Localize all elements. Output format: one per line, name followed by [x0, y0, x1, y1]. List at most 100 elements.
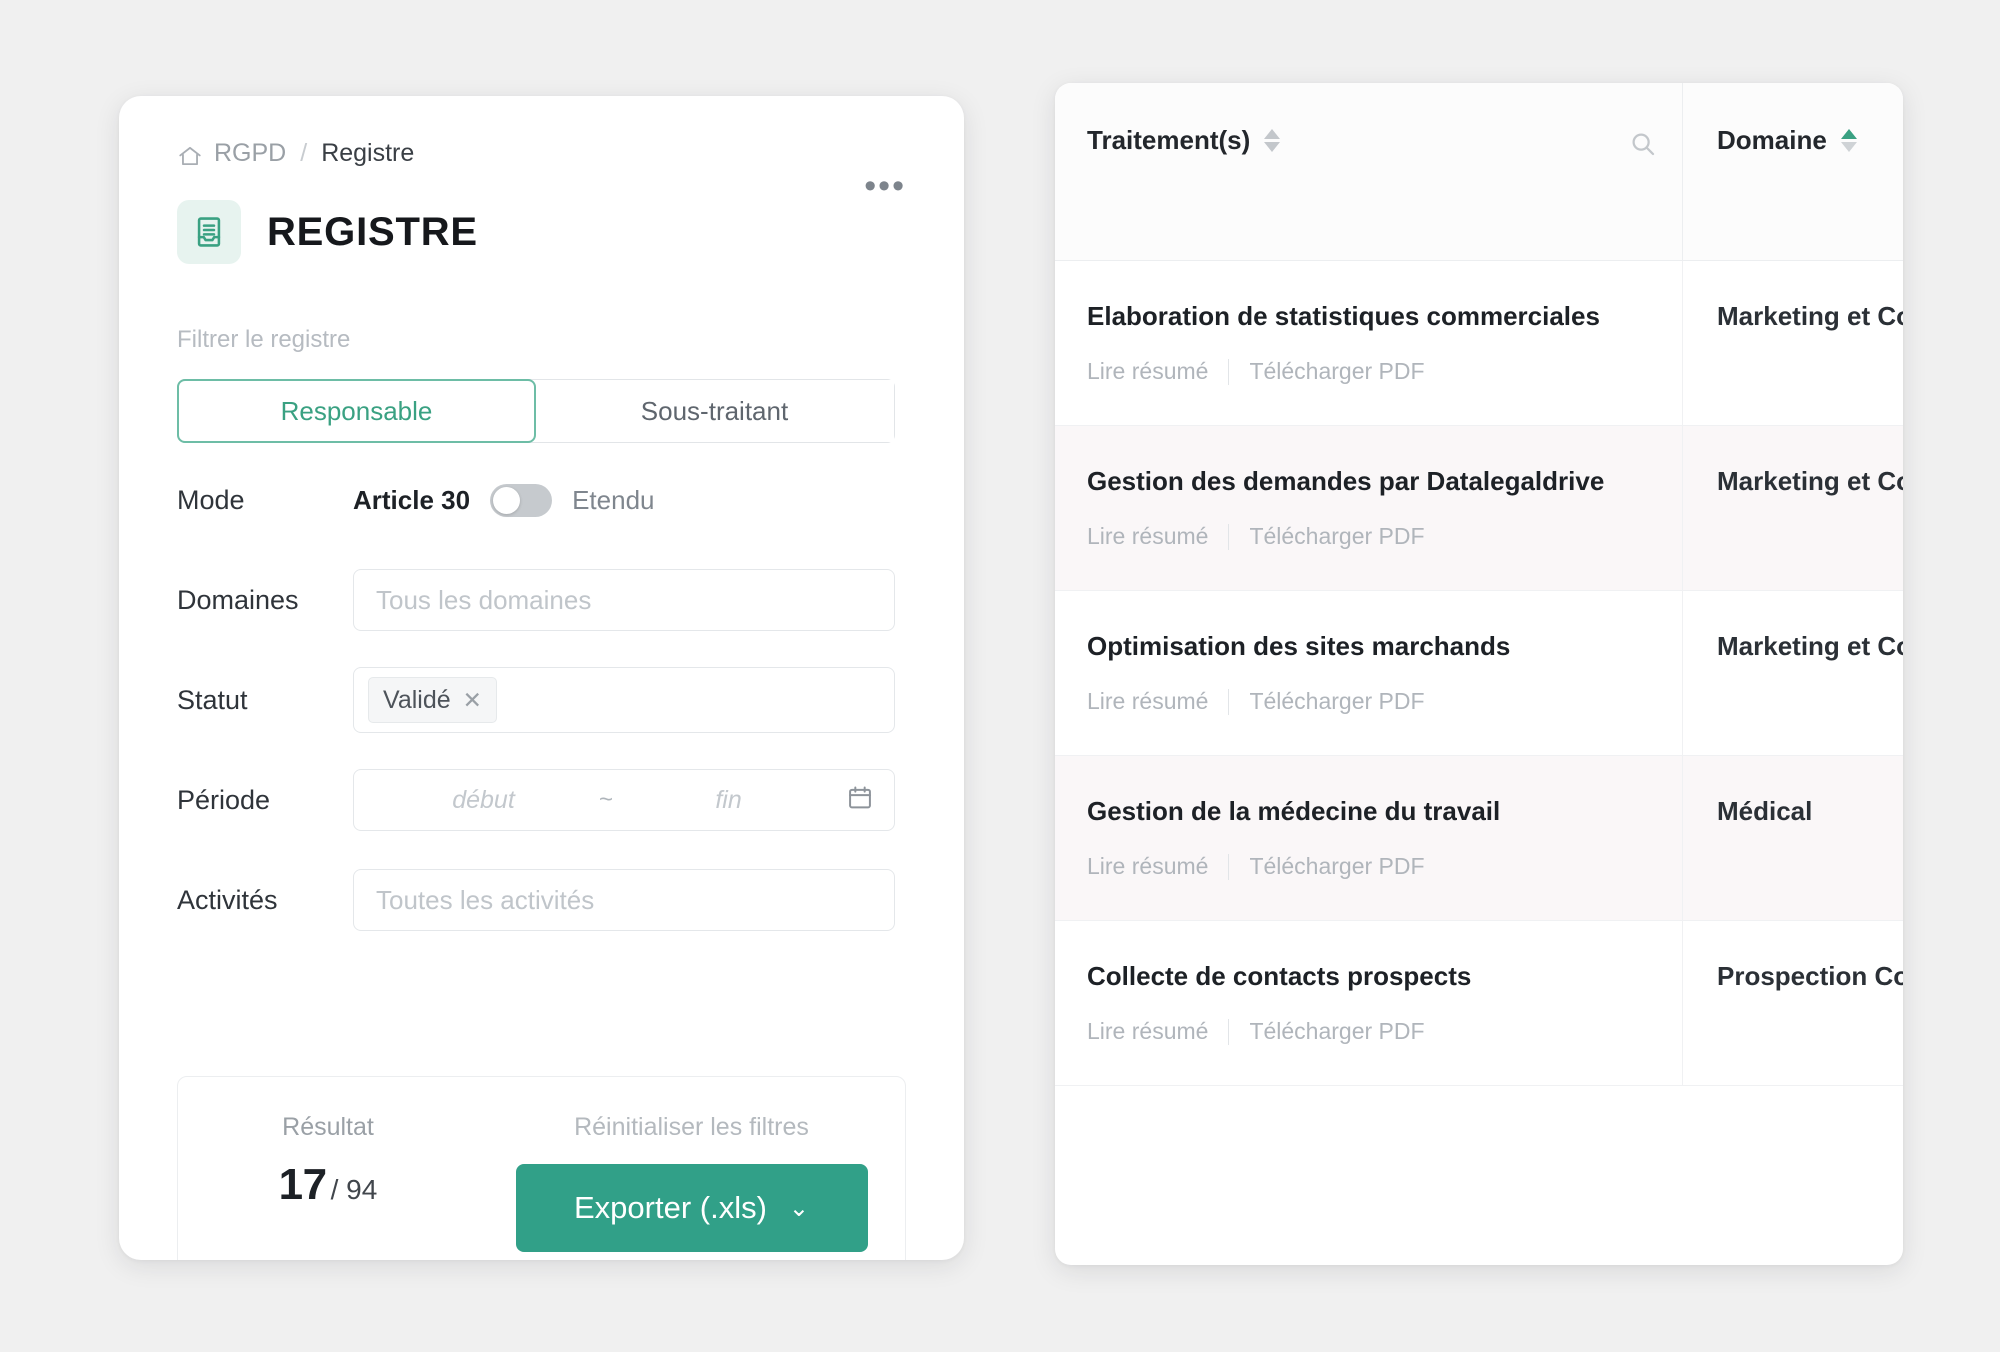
statut-input[interactable]: Validé ✕ — [353, 667, 895, 733]
sort-toggle-domaine[interactable] — [1840, 129, 1857, 152]
table-row[interactable]: Elaboration de statistiques commerciales… — [1055, 261, 1903, 426]
mode-toggle[interactable] — [490, 483, 553, 517]
table-row[interactable]: Gestion des demandes par Datalegaldrive … — [1055, 426, 1903, 591]
export-button-label: Exporter (.xls) — [573, 1190, 767, 1225]
result-numbers: 17/ 94 — [178, 1160, 478, 1210]
table-row[interactable]: Gestion de la médecine du travail Lire r… — [1055, 756, 1903, 921]
lire-resume-link[interactable]: Lire résumé — [1087, 1018, 1208, 1045]
lire-resume-link[interactable]: Lire résumé — [1087, 688, 1208, 715]
action-divider — [1228, 853, 1230, 880]
column-header-domaine[interactable]: Domaine — [1683, 83, 1903, 260]
column-label-domaine: Domaine — [1717, 125, 1827, 155]
row-action-links: Lire résumé Télécharger PDF — [1087, 853, 1658, 880]
telecharger-pdf-link[interactable]: Télécharger PDF — [1249, 523, 1424, 550]
telecharger-pdf-link[interactable]: Télécharger PDF — [1249, 853, 1424, 880]
periode-end-input[interactable]: fin — [619, 786, 838, 815]
tab-sous-traitant[interactable]: Sous-traitant — [535, 380, 894, 442]
action-divider — [1228, 523, 1230, 550]
column-header-traitements[interactable]: Traitement(s) — [1055, 83, 1683, 260]
table-row[interactable]: Collecte de contacts prospects Lire résu… — [1055, 921, 1903, 1086]
cell-domaine: Marketing et Co — [1717, 301, 1903, 331]
mode-option-etendu[interactable]: Etendu — [572, 485, 654, 516]
breadcrumb-current: Registre — [321, 138, 415, 167]
filter-row-statut: Statut Validé ✕ — [177, 657, 906, 743]
calendar-icon[interactable] — [846, 784, 874, 817]
mode-toggle-group: Article 30 Etendu — [353, 483, 895, 517]
chevron-up-icon — [1264, 129, 1281, 139]
activites-input[interactable]: Toutes les activités — [353, 869, 895, 931]
domaines-label: Domaines — [177, 584, 299, 615]
result-count-block: Résultat 17/ 94 — [178, 1113, 478, 1210]
filter-row-periode: Période début ~ fin — [177, 757, 906, 843]
statut-tag-valide: Validé ✕ — [368, 677, 497, 723]
overflow-menu-icon[interactable]: ••• — [864, 169, 906, 203]
traitement-title[interactable]: Optimisation des sites marchands — [1087, 631, 1658, 662]
statut-field-wrap: Validé ✕ — [353, 667, 895, 733]
lire-resume-link[interactable]: Lire résumé — [1087, 853, 1208, 880]
action-divider — [1228, 1018, 1230, 1045]
sort-toggle-traitements[interactable] — [1264, 129, 1281, 152]
telecharger-pdf-link[interactable]: Télécharger PDF — [1249, 688, 1424, 715]
mode-option-article30[interactable]: Article 30 — [353, 485, 470, 516]
chevron-down-icon — [1840, 142, 1857, 152]
filter-row-activites: Activités Toutes les activités — [177, 857, 906, 943]
register-document-icon — [177, 200, 241, 264]
periode-field-wrap: début ~ fin — [353, 769, 895, 831]
treatments-table: Traitement(s) Domaine Elaboration de sta… — [1055, 83, 1903, 1265]
action-divider — [1228, 688, 1230, 715]
traitements-header-title: Traitement(s) — [1087, 125, 1281, 156]
telecharger-pdf-link[interactable]: Télécharger PDF — [1249, 358, 1424, 385]
page-title: REGISTRE — [267, 209, 478, 254]
cell-traitement: Optimisation des sites marchands Lire ré… — [1055, 591, 1683, 755]
statut-label: Statut — [177, 684, 248, 715]
statut-tag-label: Validé — [383, 685, 451, 714]
breadcrumb: RGPD / Registre — [177, 134, 906, 172]
cell-domaine: Marketing et Co — [1717, 631, 1903, 661]
domaines-field-wrap: Tous les domaines — [353, 569, 895, 631]
chevron-down-icon — [1264, 142, 1281, 152]
result-summary-box: Résultat 17/ 94 Réinitialiser les filtre… — [177, 1076, 906, 1260]
registre-filter-card: RGPD / Registre REGISTRE ••• Filtrer le … — [119, 96, 964, 1260]
periode-label: Période — [177, 784, 271, 815]
domaines-input[interactable]: Tous les domaines — [353, 569, 895, 631]
cell-domaine: Marketing et Co — [1717, 466, 1903, 496]
cell-traitement: Elaboration de statistiques commerciales… — [1055, 261, 1683, 425]
page-title-row: REGISTRE — [177, 200, 906, 264]
mode-label: Mode — [177, 484, 245, 515]
traitement-title[interactable]: Collecte de contacts prospects — [1087, 961, 1658, 992]
tab-responsable[interactable]: Responsable — [177, 379, 536, 443]
lire-resume-link[interactable]: Lire résumé — [1087, 358, 1208, 385]
periode-daterange-input[interactable]: début ~ fin — [353, 769, 895, 831]
row-action-links: Lire résumé Télécharger PDF — [1087, 688, 1658, 715]
activites-field-wrap: Toutes les activités — [353, 869, 895, 931]
periode-start-input[interactable]: début — [374, 786, 593, 815]
traitement-title[interactable]: Gestion des demandes par Datalegaldrive — [1087, 466, 1658, 497]
row-action-links: Lire résumé Télécharger PDF — [1087, 523, 1658, 550]
role-tab-group: Responsable Sous-traitant — [177, 379, 895, 443]
chevron-up-icon — [1840, 129, 1857, 139]
export-xls-button[interactable]: Exporter (.xls) ⌄ — [515, 1164, 868, 1252]
result-caption: Résultat — [282, 1113, 374, 1141]
reset-filters-link[interactable]: Réinitialiser les filtres — [574, 1113, 809, 1142]
action-divider — [1228, 358, 1230, 385]
cell-traitement: Collecte de contacts prospects Lire résu… — [1055, 921, 1683, 1085]
home-icon[interactable] — [177, 143, 203, 169]
breadcrumb-separator: / — [300, 138, 308, 167]
close-icon[interactable]: ✕ — [463, 687, 482, 714]
table-row[interactable]: Optimisation des sites marchands Lire ré… — [1055, 591, 1903, 756]
traitement-title[interactable]: Gestion de la médecine du travail — [1087, 796, 1658, 827]
treatments-table-card: Traitement(s) Domaine Elaboration de sta… — [1055, 83, 1903, 1265]
filter-section-caption: Filtrer le registre — [177, 326, 351, 353]
toggle-knob — [493, 486, 521, 514]
filter-row-mode: Mode Article 30 Etendu — [177, 457, 906, 543]
row-action-links: Lire résumé Télécharger PDF — [1087, 1018, 1658, 1045]
column-label-traitements: Traitement(s) — [1087, 125, 1251, 155]
lire-resume-link[interactable]: Lire résumé — [1087, 523, 1208, 550]
traitement-title[interactable]: Elaboration de statistiques commerciales — [1087, 301, 1658, 332]
search-icon[interactable] — [1628, 125, 1658, 164]
telecharger-pdf-link[interactable]: Télécharger PDF — [1249, 1018, 1424, 1045]
breadcrumb-root[interactable]: RGPD — [214, 139, 286, 168]
cell-domaine: Prospection Co — [1717, 961, 1903, 991]
cell-traitement: Gestion de la médecine du travail Lire r… — [1055, 756, 1683, 920]
range-separator: ~ — [599, 786, 614, 813]
